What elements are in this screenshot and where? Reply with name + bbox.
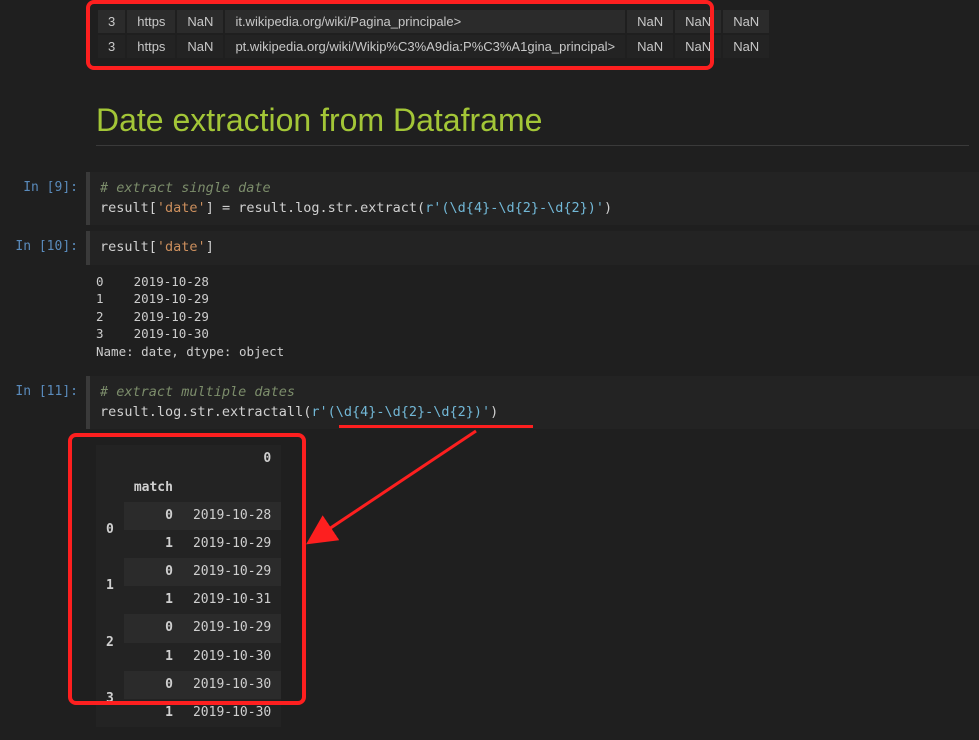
code-token: result.log.str.extractall(: [100, 404, 311, 420]
col-header-blank2: [124, 445, 183, 473]
markdown-cell: Date extraction from Dataframe: [0, 82, 979, 170]
cell-value: 2019-10-31: [183, 586, 281, 614]
col-header-match: match: [124, 474, 183, 502]
code-comment: # extract single date: [100, 180, 271, 196]
cell-value: 2019-10-30: [183, 671, 281, 699]
top-dataframe-rows: 3 https NaN it.wikipedia.org/wiki/Pagina…: [96, 8, 771, 60]
code-token: ]: [206, 200, 222, 216]
row-group-index: 2: [96, 614, 124, 670]
cell: it.wikipedia.org/wiki/Pagina_principale>: [225, 10, 625, 33]
prompt-in-10: In [10]:: [0, 231, 86, 265]
cell: https: [127, 35, 175, 58]
code-string: 'date': [157, 200, 206, 216]
cell: NaN: [177, 10, 223, 33]
row-group-index: 0: [96, 502, 124, 558]
code-token: result.log.str.extract(: [230, 200, 425, 216]
row-match-index: 1: [124, 699, 183, 727]
output-cell-10: 0 2019-10-28 1 2019-10-29 2 2019-10-29 3…: [0, 267, 979, 371]
code-cell-9[interactable]: In [9]: # extract single date result['da…: [0, 172, 979, 225]
annotation-red-underline: [339, 425, 533, 428]
prompt-out-empty: [0, 431, 86, 737]
table-row: 12019-10-29: [96, 530, 281, 558]
table-row: 12019-10-31: [96, 586, 281, 614]
row-match-index: 0: [124, 558, 183, 586]
row-match-index: 0: [124, 671, 183, 699]
code-token: ): [604, 200, 612, 216]
code-token: ]: [206, 239, 214, 255]
code-input[interactable]: # extract single date result['date'] = r…: [86, 172, 979, 225]
text-output: 0 2019-10-28 1 2019-10-29 2 2019-10-29 3…: [86, 267, 979, 371]
col-header-0: 0: [183, 445, 281, 473]
extractall-dataframe: 0 match 002019-10-2812019-10-29102019-10…: [96, 445, 281, 727]
row-match-index: 1: [124, 643, 183, 671]
annotation-arrow-icon: [306, 421, 506, 581]
cell-value: 2019-10-29: [183, 614, 281, 642]
code-operator: =: [222, 200, 230, 216]
col-header-blank: [96, 445, 124, 473]
top-dataframe-fragment: 3 https NaN it.wikipedia.org/wiki/Pagina…: [86, 0, 979, 82]
code-regex: r'(\d{4}-\d{2}-\d{2})': [425, 200, 604, 216]
cell: pt.wikipedia.org/wiki/Wikip%C3%A9dia:P%C…: [225, 35, 625, 58]
table-row: 302019-10-30: [96, 671, 281, 699]
table-row: 202019-10-29: [96, 614, 281, 642]
cell-value: 2019-10-30: [183, 643, 281, 671]
cell: 3: [98, 35, 125, 58]
cell-value: 2019-10-29: [183, 558, 281, 586]
col-header-blank3: [96, 474, 124, 502]
row-match-index: 1: [124, 586, 183, 614]
code-cell-10[interactable]: In [10]: result['date']: [0, 231, 979, 265]
cell: NaN: [675, 35, 721, 58]
code-string: 'date': [157, 239, 206, 255]
dataframe-output: 0 match 002019-10-2812019-10-29102019-10…: [86, 431, 979, 737]
col-header-blank4: [183, 474, 281, 502]
cell: 3: [98, 10, 125, 33]
cell: NaN: [675, 10, 721, 33]
row-match-index: 1: [124, 530, 183, 558]
row-group-index: 1: [96, 558, 124, 614]
cell-value: 2019-10-28: [183, 502, 281, 530]
prompt-in-11: In [11]:: [0, 376, 86, 429]
prompt-in-9: In [9]:: [0, 172, 86, 225]
cell-value: 2019-10-30: [183, 699, 281, 727]
section-heading: Date extraction from Dataframe: [96, 102, 969, 146]
code-token: result[: [100, 239, 157, 255]
table-row: 002019-10-28: [96, 502, 281, 530]
cell: NaN: [723, 10, 769, 33]
cell: NaN: [627, 35, 673, 58]
markdown-content: Date extraction from Dataframe: [86, 82, 979, 170]
cell-value: 2019-10-29: [183, 530, 281, 558]
code-input[interactable]: result['date']: [86, 231, 979, 265]
code-token: ): [490, 404, 498, 420]
code-regex: r'(\d{4}-\d{2}-\d{2})': [311, 404, 490, 420]
row-group-index: 3: [96, 671, 124, 727]
row-match-index: 0: [124, 502, 183, 530]
code-input[interactable]: # extract multiple dates result.log.str.…: [86, 376, 979, 429]
table-row: 12019-10-30: [96, 699, 281, 727]
table-row: 102019-10-29: [96, 558, 281, 586]
row-match-index: 0: [124, 614, 183, 642]
code-cell-11[interactable]: In [11]: # extract multiple dates result…: [0, 376, 979, 429]
prompt-out-empty: [0, 267, 86, 371]
prompt-empty: [0, 82, 86, 170]
cell: NaN: [723, 35, 769, 58]
table-row: 12019-10-30: [96, 643, 281, 671]
cell: NaN: [177, 35, 223, 58]
code-comment: # extract multiple dates: [100, 384, 295, 400]
output-cell-11: 0 match 002019-10-2812019-10-29102019-10…: [0, 431, 979, 737]
code-token: result[: [100, 200, 157, 216]
cell: https: [127, 10, 175, 33]
cell: NaN: [627, 10, 673, 33]
